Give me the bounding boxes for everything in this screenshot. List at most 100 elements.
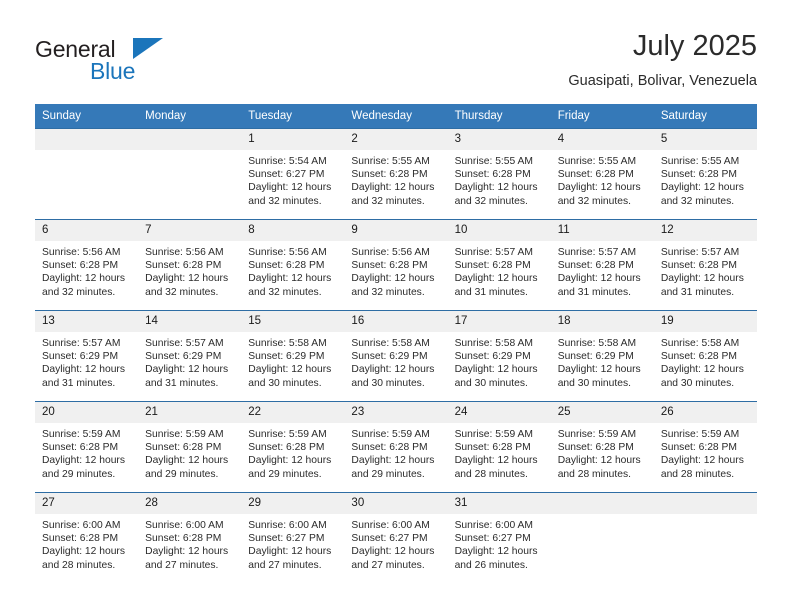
page-title: July 2025: [632, 30, 757, 62]
sunrise-text: Sunrise: 5:55 AM: [454, 156, 533, 167]
calendar-day-cell[interactable]: 25 Sunrise: 5:59 AM Sunset: 6:28 PM Dayligh…: [550, 401, 654, 493]
daylight-text: Daylight: 12 hours and 31 minutes.: [42, 364, 125, 389]
day-details: Sunrise: 5:59 AM Sunset: 6:28 PM Daylight:…: [241, 423, 344, 481]
daylight-text: Daylight: 12 hours and 31 minutes.: [145, 364, 229, 389]
sunrise-text: Sunrise: 5:55 AM: [351, 156, 430, 167]
sunset-text: Sunset: 6:29 PM: [557, 351, 634, 363]
brand-name-blue: Blue: [90, 58, 136, 84]
day-number: 25: [550, 402, 654, 423]
day-number: 18: [550, 311, 654, 332]
calendar-day-cell[interactable]: 3 Sunrise: 5:55 AM Sunset: 6:28 PM Daylight…: [447, 128, 551, 220]
calendar-page: General Blue July 2025 Guasipati, Boliva…: [0, 0, 792, 612]
day-details: Sunrise: 5:56 AM Sunset: 6:28 PM Daylight:…: [35, 241, 138, 299]
calendar-day-cell[interactable]: 4 Sunrise: 5:55 AM Sunset: 6:28 PM Daylight…: [550, 128, 654, 220]
daylight-text: Daylight: 12 hours and 31 minutes.: [557, 273, 641, 298]
calendar-day-cell[interactable]: 14 Sunrise: 5:57 AM Sunset: 6:29 PM Dayligh…: [138, 310, 242, 402]
calendar-day-cell-empty: [138, 128, 242, 220]
calendar-day-cell[interactable]: 19 Sunrise: 5:58 AM Sunset: 6:28 PM Dayligh…: [653, 310, 757, 402]
calendar-day-cell-empty: [550, 492, 654, 583]
calendar-day-cell[interactable]: 21 Sunrise: 5:59 AM Sunset: 6:28 PM Dayligh…: [138, 401, 242, 493]
brand-logo[interactable]: General Blue: [35, 36, 225, 94]
day-details: Sunrise: 5:58 AM Sunset: 6:29 PM Daylight:…: [241, 332, 344, 390]
day-number: 20: [35, 402, 139, 423]
day-number: 15: [241, 311, 345, 332]
day-number: 27: [35, 493, 139, 514]
calendar-day-cell[interactable]: 12 Sunrise: 5:57 AM Sunset: 6:28 PM Dayligh…: [653, 219, 757, 311]
calendar-day-cell[interactable]: 5 Sunrise: 5:55 AM Sunset: 6:28 PM Daylight…: [653, 128, 757, 220]
calendar-day-cell[interactable]: 23 Sunrise: 5:59 AM Sunset: 6:28 PM Dayligh…: [344, 401, 448, 493]
day-details: Sunrise: 5:58 AM Sunset: 6:28 PM Daylight:…: [654, 332, 757, 390]
calendar-day-cell[interactable]: 15 Sunrise: 5:58 AM Sunset: 6:29 PM Dayligh…: [241, 310, 345, 402]
sunset-text: Sunset: 6:28 PM: [145, 533, 222, 545]
calendar-week-row: 6 Sunrise: 5:56 AM Sunset: 6:28 PM Daylight…: [35, 219, 757, 311]
calendar-day-cell[interactable]: 26 Sunrise: 5:59 AM Sunset: 6:28 PM Dayligh…: [653, 401, 757, 493]
day-number: 31: [447, 493, 551, 514]
calendar-day-cell[interactable]: 11 Sunrise: 5:57 AM Sunset: 6:28 PM Dayligh…: [550, 219, 654, 311]
calendar-day-cell[interactable]: 28 Sunrise: 6:00 AM Sunset: 6:28 PM Dayligh…: [138, 492, 242, 583]
daylight-text: Daylight: 12 hours and 27 minutes.: [145, 546, 229, 571]
daylight-text: Daylight: 12 hours and 32 minutes.: [660, 182, 744, 207]
sunset-text: Sunset: 6:28 PM: [454, 442, 531, 454]
calendar-day-cell[interactable]: 10 Sunrise: 5:57 AM Sunset: 6:28 PM Dayligh…: [447, 219, 551, 311]
day-details: Sunrise: 5:55 AM Sunset: 6:28 PM Daylight:…: [654, 150, 757, 208]
calendar-day-cell[interactable]: 1 Sunrise: 5:54 AM Sunset: 6:27 PM Daylight…: [241, 128, 345, 220]
triangle-logo-icon: [133, 38, 163, 59]
day-number: 17: [447, 311, 551, 332]
daylight-text: Daylight: 12 hours and 28 minutes.: [42, 546, 125, 571]
day-details: Sunrise: 6:00 AM Sunset: 6:28 PM Daylight:…: [138, 514, 241, 572]
day-number: 3: [447, 129, 551, 150]
day-details: Sunrise: 5:57 AM Sunset: 6:28 PM Daylight:…: [551, 241, 654, 299]
sunset-text: Sunset: 6:28 PM: [660, 351, 737, 363]
day-number: [550, 493, 654, 514]
calendar-day-cell[interactable]: 29 Sunrise: 6:00 AM Sunset: 6:27 PM Dayligh…: [241, 492, 345, 583]
day-details: Sunrise: 5:54 AM Sunset: 6:27 PM Daylight:…: [241, 150, 344, 208]
sunset-text: Sunset: 6:29 PM: [145, 351, 222, 363]
day-details: Sunrise: 6:00 AM Sunset: 6:27 PM Daylight:…: [448, 514, 551, 572]
calendar-day-cell[interactable]: 27 Sunrise: 6:00 AM Sunset: 6:28 PM Dayligh…: [35, 492, 139, 583]
calendar-day-cell[interactable]: 22 Sunrise: 5:59 AM Sunset: 6:28 PM Dayligh…: [241, 401, 345, 493]
calendar-day-cell[interactable]: 7 Sunrise: 5:56 AM Sunset: 6:28 PM Daylight…: [138, 219, 242, 311]
calendar-day-cell[interactable]: 31 Sunrise: 6:00 AM Sunset: 6:27 PM Dayligh…: [447, 492, 551, 583]
daylight-text: Daylight: 12 hours and 32 minutes.: [248, 273, 332, 298]
sunrise-text: Sunrise: 5:56 AM: [145, 247, 224, 258]
calendar-day-cell[interactable]: 2 Sunrise: 5:55 AM Sunset: 6:28 PM Daylight…: [344, 128, 448, 220]
sunset-text: Sunset: 6:28 PM: [454, 169, 531, 181]
daylight-text: Daylight: 12 hours and 32 minutes.: [42, 273, 125, 298]
sunrise-text: Sunrise: 5:55 AM: [660, 156, 740, 167]
daylight-text: Daylight: 12 hours and 31 minutes.: [454, 273, 538, 298]
day-details: Sunrise: 6:00 AM Sunset: 6:28 PM Daylight:…: [35, 514, 138, 572]
calendar-day-cell[interactable]: 6 Sunrise: 5:56 AM Sunset: 6:28 PM Daylight…: [35, 219, 139, 311]
daylight-text: Daylight: 12 hours and 31 minutes.: [660, 273, 744, 298]
sunset-text: Sunset: 6:29 PM: [454, 351, 531, 363]
sunset-text: Sunset: 6:27 PM: [248, 533, 325, 545]
calendar-day-cell[interactable]: 17 Sunrise: 5:58 AM Sunset: 6:29 PM Dayligh…: [447, 310, 551, 402]
calendar-day-cell[interactable]: 13 Sunrise: 5:57 AM Sunset: 6:29 PM Dayligh…: [35, 310, 139, 402]
sunrise-text: Sunrise: 5:59 AM: [557, 429, 637, 440]
day-number: 6: [35, 220, 139, 241]
daylight-text: Daylight: 12 hours and 32 minutes.: [351, 273, 435, 298]
sunset-text: Sunset: 6:29 PM: [42, 351, 119, 363]
day-number: 9: [344, 220, 448, 241]
sunrise-text: Sunrise: 5:57 AM: [454, 247, 533, 258]
calendar-day-cell[interactable]: 20 Sunrise: 5:59 AM Sunset: 6:28 PM Dayligh…: [35, 401, 139, 493]
calendar-day-cell[interactable]: 16 Sunrise: 5:58 AM Sunset: 6:29 PM Dayligh…: [344, 310, 448, 402]
day-details: Sunrise: 5:57 AM Sunset: 6:29 PM Daylight:…: [35, 332, 138, 390]
daylight-text: Daylight: 12 hours and 30 minutes.: [557, 364, 641, 389]
daylight-text: Daylight: 12 hours and 28 minutes.: [660, 455, 744, 480]
calendar-day-cell[interactable]: 24 Sunrise: 5:59 AM Sunset: 6:28 PM Dayligh…: [447, 401, 551, 493]
day-details: Sunrise: 5:59 AM Sunset: 6:28 PM Daylight:…: [448, 423, 551, 481]
sunrise-text: Sunrise: 6:00 AM: [351, 520, 430, 531]
calendar-day-cell[interactable]: 8 Sunrise: 5:56 AM Sunset: 6:28 PM Daylight…: [241, 219, 345, 311]
sunset-text: Sunset: 6:28 PM: [42, 442, 119, 454]
calendar-day-cell[interactable]: 18 Sunrise: 5:58 AM Sunset: 6:29 PM Dayligh…: [550, 310, 654, 402]
day-details: Sunrise: 5:59 AM Sunset: 6:28 PM Daylight:…: [654, 423, 757, 481]
calendar-day-cell[interactable]: 30 Sunrise: 6:00 AM Sunset: 6:27 PM Dayligh…: [344, 492, 448, 583]
day-number: 14: [138, 311, 242, 332]
daylight-text: Daylight: 12 hours and 30 minutes.: [248, 364, 332, 389]
sunset-text: Sunset: 6:28 PM: [660, 169, 737, 181]
sunrise-text: Sunrise: 5:57 AM: [660, 247, 740, 258]
day-details: Sunrise: 5:58 AM Sunset: 6:29 PM Daylight:…: [551, 332, 654, 390]
calendar-day-cell[interactable]: 9 Sunrise: 5:56 AM Sunset: 6:28 PM Daylight…: [344, 219, 448, 311]
day-number: 19: [653, 311, 757, 332]
sunrise-text: Sunrise: 5:59 AM: [248, 429, 327, 440]
